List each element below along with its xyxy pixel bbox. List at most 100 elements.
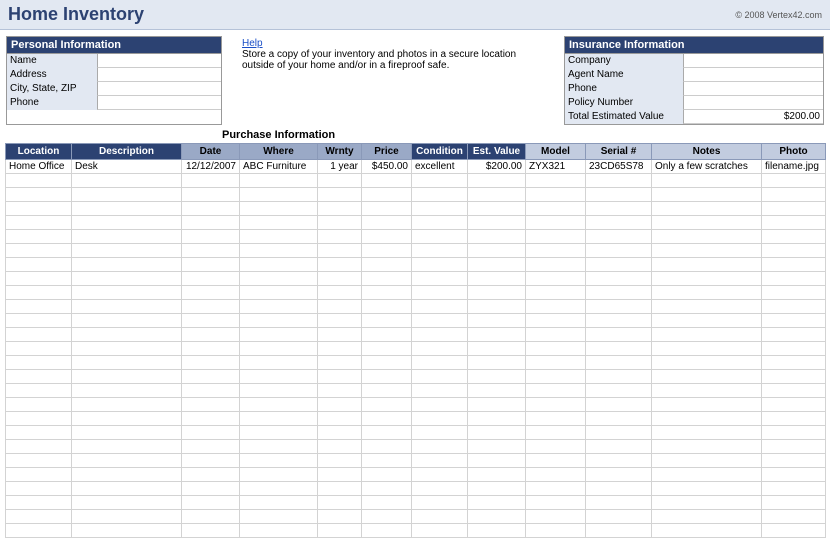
- cell-est_value[interactable]: [468, 468, 526, 482]
- cell-model[interactable]: [526, 454, 586, 468]
- field-value[interactable]: [683, 54, 823, 68]
- cell-serial[interactable]: [586, 496, 652, 510]
- cell-serial[interactable]: [586, 286, 652, 300]
- col-header-wrnty[interactable]: Wrnty: [318, 144, 362, 160]
- cell-model[interactable]: [526, 258, 586, 272]
- cell-est_value[interactable]: [468, 384, 526, 398]
- cell-serial[interactable]: [586, 174, 652, 188]
- cell-est_value[interactable]: [468, 496, 526, 510]
- cell-notes[interactable]: [652, 342, 762, 356]
- cell-photo[interactable]: [762, 356, 826, 370]
- cell-photo[interactable]: [762, 412, 826, 426]
- cell-where[interactable]: [240, 510, 318, 524]
- col-header-notes[interactable]: Notes: [652, 144, 762, 160]
- cell-description[interactable]: [72, 216, 182, 230]
- cell-where[interactable]: [240, 216, 318, 230]
- cell-description[interactable]: [72, 440, 182, 454]
- cell-model[interactable]: [526, 174, 586, 188]
- cell-location[interactable]: [6, 174, 72, 188]
- cell-price[interactable]: [362, 272, 412, 286]
- cell-where[interactable]: [240, 370, 318, 384]
- cell-wrnty[interactable]: [318, 468, 362, 482]
- cell-location[interactable]: [6, 482, 72, 496]
- cell-photo[interactable]: [762, 314, 826, 328]
- cell-condition[interactable]: [412, 328, 468, 342]
- cell-notes[interactable]: [652, 188, 762, 202]
- cell-model[interactable]: [526, 244, 586, 258]
- cell-notes[interactable]: [652, 496, 762, 510]
- cell-serial[interactable]: 23CD65S78: [586, 160, 652, 174]
- cell-description[interactable]: [72, 370, 182, 384]
- cell-date[interactable]: [182, 216, 240, 230]
- cell-photo[interactable]: [762, 482, 826, 496]
- cell-price[interactable]: [362, 314, 412, 328]
- cell-date[interactable]: [182, 482, 240, 496]
- cell-date[interactable]: [182, 496, 240, 510]
- cell-location[interactable]: Home Office: [6, 160, 72, 174]
- cell-serial[interactable]: [586, 314, 652, 328]
- cell-where[interactable]: [240, 328, 318, 342]
- cell-wrnty[interactable]: [318, 412, 362, 426]
- cell-description[interactable]: [72, 286, 182, 300]
- cell-est_value[interactable]: [468, 188, 526, 202]
- cell-est_value[interactable]: [468, 524, 526, 538]
- field-value[interactable]: [683, 68, 823, 82]
- field-value[interactable]: [683, 96, 823, 110]
- cell-serial[interactable]: [586, 188, 652, 202]
- cell-condition[interactable]: [412, 398, 468, 412]
- cell-date[interactable]: [182, 524, 240, 538]
- cell-notes[interactable]: [652, 216, 762, 230]
- cell-price[interactable]: [362, 412, 412, 426]
- field-value[interactable]: [683, 82, 823, 96]
- cell-model[interactable]: [526, 202, 586, 216]
- cell-condition[interactable]: [412, 426, 468, 440]
- cell-wrnty[interactable]: [318, 426, 362, 440]
- cell-location[interactable]: [6, 454, 72, 468]
- cell-price[interactable]: [362, 328, 412, 342]
- cell-condition[interactable]: [412, 202, 468, 216]
- cell-photo[interactable]: [762, 230, 826, 244]
- cell-price[interactable]: [362, 230, 412, 244]
- cell-photo[interactable]: [762, 258, 826, 272]
- cell-price[interactable]: $450.00: [362, 160, 412, 174]
- cell-date[interactable]: [182, 286, 240, 300]
- cell-model[interactable]: ZYX321: [526, 160, 586, 174]
- cell-model[interactable]: [526, 370, 586, 384]
- cell-wrnty[interactable]: [318, 202, 362, 216]
- cell-location[interactable]: [6, 244, 72, 258]
- cell-wrnty[interactable]: [318, 258, 362, 272]
- cell-condition[interactable]: [412, 230, 468, 244]
- cell-wrnty[interactable]: [318, 216, 362, 230]
- cell-where[interactable]: [240, 398, 318, 412]
- cell-model[interactable]: [526, 300, 586, 314]
- cell-est_value[interactable]: [468, 230, 526, 244]
- cell-est_value[interactable]: [468, 412, 526, 426]
- cell-where[interactable]: [240, 454, 318, 468]
- cell-where[interactable]: [240, 258, 318, 272]
- col-header-condition[interactable]: Condition: [412, 144, 468, 160]
- cell-notes[interactable]: [652, 300, 762, 314]
- cell-est_value[interactable]: [468, 370, 526, 384]
- cell-notes[interactable]: [652, 328, 762, 342]
- cell-location[interactable]: [6, 426, 72, 440]
- cell-price[interactable]: [362, 174, 412, 188]
- cell-notes[interactable]: [652, 524, 762, 538]
- cell-price[interactable]: [362, 524, 412, 538]
- cell-price[interactable]: [362, 426, 412, 440]
- cell-price[interactable]: [362, 244, 412, 258]
- cell-location[interactable]: [6, 384, 72, 398]
- cell-serial[interactable]: [586, 440, 652, 454]
- cell-photo[interactable]: [762, 216, 826, 230]
- col-header-price[interactable]: Price: [362, 144, 412, 160]
- cell-est_value[interactable]: [468, 314, 526, 328]
- cell-description[interactable]: [72, 398, 182, 412]
- cell-price[interactable]: [362, 202, 412, 216]
- cell-description[interactable]: [72, 384, 182, 398]
- cell-photo[interactable]: [762, 510, 826, 524]
- cell-serial[interactable]: [586, 468, 652, 482]
- cell-where[interactable]: [240, 440, 318, 454]
- cell-date[interactable]: [182, 300, 240, 314]
- cell-price[interactable]: [362, 216, 412, 230]
- cell-description[interactable]: [72, 300, 182, 314]
- cell-where[interactable]: [240, 356, 318, 370]
